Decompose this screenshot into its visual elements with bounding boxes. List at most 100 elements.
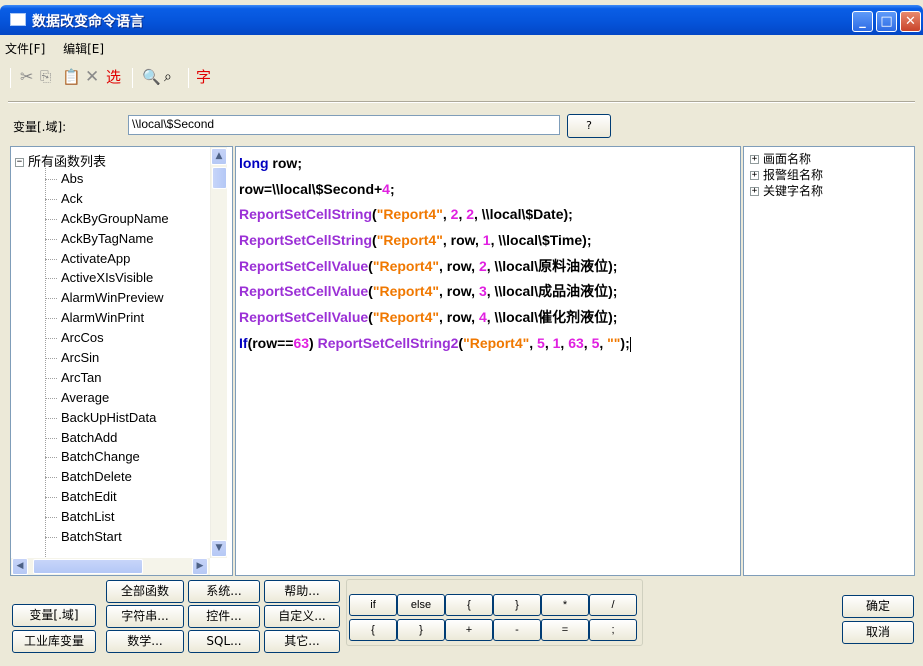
op-if[interactable]: if [349,594,397,616]
scroll-down-icon[interactable]: ▼ [211,540,227,557]
function-item[interactable]: BatchDelete [41,467,169,487]
code-editor[interactable]: long row; row=\\local\$Second+4; ReportSet… [235,146,741,576]
function-item[interactable]: BatchEdit [41,487,169,507]
close-button[interactable]: ✕ [900,11,921,32]
function-tree[interactable]: − 所有函数列表 Abs Ack AckByGroupName AckByTagName… [10,146,233,576]
function-item[interactable]: BatchStart [41,527,169,547]
sql-button[interactable]: SQL... [188,630,260,653]
scroll-thumb[interactable] [33,559,143,574]
function-item[interactable]: BatchList [41,507,169,527]
vertical-scrollbar[interactable]: ▲ ▼ [210,147,227,558]
var-domain-button[interactable]: 变量[.域] [12,604,96,627]
custom-button[interactable]: 自定义... [264,605,340,628]
function-item[interactable]: AlarmWinPrint [41,308,169,328]
function-item[interactable]: BatchChange [41,447,169,467]
code-token: "Report4" [372,283,439,300]
operator-panel: if else { } * / { } + - = ; [346,579,643,646]
code-token: row=\\local\$Second+ [239,180,383,197]
scroll-up-icon[interactable]: ▲ [211,148,227,165]
code-token: long [239,155,269,171]
string-button[interactable]: 字符串... [106,605,184,628]
code-line[interactable]: ReportSetCellValue("Report4", row, 4, \\… [239,305,631,331]
function-item[interactable]: Ack [41,189,169,209]
all-functions-button[interactable]: 全部函数 [106,580,184,603]
op-equals[interactable]: = [541,619,589,641]
name-tree[interactable]: + 画面名称 + 报警组名称 + 关键字名称 [743,146,915,576]
toolbar-separator [188,68,189,88]
system-button[interactable]: 系统... [188,580,260,603]
control-button[interactable]: 控件... [188,605,260,628]
function-item[interactable]: ArcSin [41,348,169,368]
op-multiply[interactable]: * [541,594,589,616]
tree-root-label: 所有函数列表 [28,155,107,170]
function-item[interactable]: ActiveXIsVisible [41,268,169,288]
delete-icon[interactable]: ✕ [85,67,99,87]
code-line[interactable]: ReportSetCellString("Report4", 2, 2, \\l… [239,202,631,228]
tree-item-label: 报警组名称 [763,168,824,182]
op-open-brace[interactable]: { [445,594,493,616]
function-item[interactable]: BatchAdd [41,428,169,448]
code-line[interactable]: long row; [239,151,631,177]
menu-edit[interactable]: 编辑[E] [63,40,104,57]
expand-icon[interactable]: + [750,155,759,164]
expand-icon[interactable]: + [750,171,759,180]
code-line[interactable]: ReportSetCellString("Report4", row, 1, \… [239,228,631,254]
cut-icon[interactable]: ✂ [20,67,33,87]
op-else[interactable]: else [397,594,445,616]
cancel-button[interactable]: 取消 [842,621,914,644]
variable-input[interactable]: \\local\$Second [128,115,560,135]
op-plus[interactable]: + [445,619,493,641]
other-button[interactable]: 其它... [264,630,340,653]
tree-root[interactable]: − 所有函数列表 [15,151,106,170]
toolbar-separator [132,68,133,88]
function-item[interactable]: AckByTagName [41,229,169,249]
function-item[interactable]: ArcTan [41,368,169,388]
function-item[interactable]: Average [41,388,169,408]
function-item[interactable]: ActivateApp [41,249,169,269]
op-open-brace-2[interactable]: { [349,619,397,641]
variable-help-button[interactable]: ? [567,114,611,138]
function-item[interactable]: AckByGroupName [41,209,169,229]
function-item[interactable]: Abs [41,169,169,189]
replace-icon[interactable]: ⌕ [164,67,172,87]
menu-file[interactable]: 文件[F] [5,40,45,57]
code-line[interactable]: row=\\local\$Second+4; [239,177,631,203]
font-button[interactable]: 字 [196,67,211,87]
op-close-brace-2[interactable]: } [397,619,445,641]
op-divide[interactable]: / [589,594,637,616]
function-item[interactable]: AlarmWinPreview [41,288,169,308]
code-line[interactable]: ReportSetCellValue("Report4", row, 2, \\… [239,254,631,280]
tree-item-alarm-groups[interactable]: + 报警组名称 [750,167,823,183]
industrial-vars-button[interactable]: 工业库变量 [12,630,96,653]
expand-icon[interactable]: + [750,187,759,196]
copy-icon[interactable]: ⎘ [40,67,51,87]
help-button[interactable]: 帮助... [264,580,340,603]
find-icon[interactable]: 🔍 [142,67,161,87]
maximize-button[interactable]: □ [876,11,897,32]
function-item[interactable]: ArcCos [41,328,169,348]
title-bar[interactable]: 数据改变命令语言 _ □ ✕ [0,5,923,35]
ok-button[interactable]: 确定 [842,595,914,618]
tree-item-screens[interactable]: + 画面名称 [750,151,823,167]
op-minus[interactable]: - [493,619,541,641]
code-token: row; [268,155,302,171]
scroll-right-icon[interactable]: ▶ [192,558,208,575]
scroll-thumb[interactable] [212,167,227,189]
scroll-left-icon[interactable]: ◀ [12,558,28,575]
paste-icon[interactable]: 📋 [62,67,81,87]
select-button[interactable]: 选 [106,67,121,87]
op-semicolon[interactable]: ; [589,619,637,641]
minimize-button[interactable]: _ [852,11,873,32]
window-icon [10,13,26,26]
name-tree-list: + 画面名称 + 报警组名称 + 关键字名称 [750,151,823,199]
function-item[interactable]: BackUpHistData [41,408,169,428]
collapse-icon[interactable]: − [15,158,24,167]
function-list: Abs Ack AckByGroupName AckByTagName Activate… [41,169,169,547]
tree-item-keywords[interactable]: + 关键字名称 [750,183,823,199]
code-line[interactable]: If(row==63) ReportSetCellString2("Report… [239,331,631,357]
code-token: , row, [442,232,483,249]
math-button[interactable]: 数学... [106,630,184,653]
horizontal-scrollbar[interactable]: ◀ ▶ [11,558,210,575]
code-line[interactable]: ReportSetCellValue("Report4", row, 3, \\… [239,279,631,305]
op-close-brace[interactable]: } [493,594,541,616]
